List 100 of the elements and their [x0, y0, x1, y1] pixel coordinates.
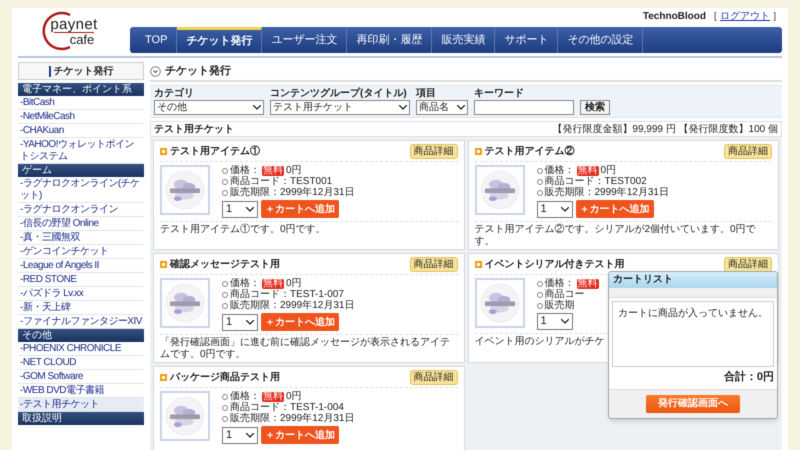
- product-name: テスト用アイテム②: [484, 144, 574, 159]
- radio-bullet-icon: [536, 280, 542, 286]
- search-button[interactable]: 検索: [580, 100, 610, 115]
- sidebar-item[interactable]: -ゲンコインチケット: [18, 245, 144, 259]
- sidebar-item[interactable]: -真・三國無双: [18, 231, 144, 245]
- sidebar-item[interactable]: -テスト用チケット: [18, 398, 144, 412]
- quantity-select[interactable]: 1: [222, 314, 258, 330]
- bracket-text: ［: [708, 10, 718, 24]
- product-description: 「発行確認画面」に進む前に確認メッセージが表示されるアイテムです。0円です。: [160, 337, 451, 362]
- product-name: イベントシリアル付きテスト用: [484, 258, 624, 272]
- user-name: TechnoBlood: [642, 10, 706, 24]
- filter-label: 項目: [416, 88, 437, 100]
- chevron-down-icon: [246, 320, 254, 324]
- quantity-select[interactable]: 1: [222, 200, 258, 218]
- filter-select[interactable]: その他: [154, 100, 264, 115]
- chevron-down-icon: [246, 206, 254, 212]
- product-detail-button[interactable]: 商品詳細: [410, 257, 458, 272]
- sales-period: 販売期限：2999年12月31日: [230, 300, 354, 311]
- chevron-down-icon: [253, 105, 261, 110]
- radio-bullet-icon: [222, 416, 228, 422]
- sidebar-item[interactable]: -信長の野望 Online: [18, 217, 144, 231]
- add-to-cart-button[interactable]: ＋カートへ追加: [261, 313, 339, 331]
- bullet-icon: [160, 374, 167, 381]
- bullet-icon: [474, 261, 482, 268]
- filter-select[interactable]: テスト用チケット: [270, 100, 410, 115]
- sidebar-item[interactable]: -YAHOO!ウォレットポイントシステム: [18, 138, 144, 164]
- bullet-icon: [160, 261, 167, 268]
- price-value: 0円: [600, 165, 616, 176]
- radio-bullet-icon: [536, 178, 542, 184]
- chevron-down-icon: [560, 206, 568, 212]
- quantity-select[interactable]: 1: [536, 200, 572, 218]
- add-to-cart-button[interactable]: ＋カートへ追加: [576, 200, 654, 218]
- radio-bullet-icon: [222, 302, 228, 308]
- chevron-down-icon: [246, 432, 254, 438]
- product-code: 商品コード：TEST-1-004: [230, 402, 344, 413]
- price-label: 価格：: [544, 278, 574, 289]
- product-description: テスト用アイテム①です。0円です。: [160, 224, 327, 237]
- sidebar-item[interactable]: -ラグナロクオンライン(チケット): [18, 177, 144, 203]
- keyword-field[interactable]: [474, 100, 574, 115]
- sidebar-item[interactable]: -GOM Software: [18, 370, 144, 384]
- sales-period: 販売期限：2999年12月31日: [230, 187, 354, 198]
- sidebar-item[interactable]: -League of Angels II: [18, 259, 144, 273]
- bracket-text: ］: [772, 10, 782, 24]
- nav-tab[interactable]: TOP: [136, 27, 178, 53]
- nav-tab[interactable]: 再印刷・履歴: [347, 27, 432, 53]
- sidebar-section-heading: ゲーム: [18, 164, 144, 177]
- nav-tab[interactable]: 販売実績: [432, 27, 496, 53]
- nav-tab[interactable]: サポート: [495, 27, 558, 53]
- chevron-down-icon: [399, 105, 407, 110]
- product-description: イベント用のシリアルがチケ: [474, 336, 606, 349]
- sidebar-item[interactable]: -NET CLOUD: [18, 356, 144, 370]
- price-label: 価格：: [230, 165, 260, 176]
- product-detail-button[interactable]: 商品詳細: [724, 257, 772, 272]
- sidebar-item[interactable]: -パズドラ Lv.xx: [18, 287, 144, 301]
- logout-link[interactable]: ログアウト: [720, 9, 770, 24]
- sidebar-section-heading: 電子マネー、ポイント系: [18, 83, 144, 96]
- radio-bullet-icon: [222, 404, 228, 410]
- product-code: 商品コード：TEST-1-007: [230, 289, 344, 300]
- bullet-icon: [474, 148, 482, 155]
- price-label: 価格：: [544, 165, 574, 176]
- price-label: 価格：: [230, 278, 260, 289]
- price-value: 0円: [286, 165, 302, 176]
- sidebar-item[interactable]: -NetMileCash: [18, 110, 144, 124]
- sidebar-item[interactable]: -ファイナルファンタジーXIV: [18, 315, 144, 329]
- add-to-cart-button[interactable]: ＋カートへ追加: [261, 426, 339, 444]
- add-to-cart-button[interactable]: ＋カートへ追加: [261, 200, 339, 218]
- product-detail-button[interactable]: 商品詳細: [410, 370, 458, 385]
- quantity-select[interactable]: 1: [536, 313, 572, 330]
- price-value: 0円: [286, 391, 302, 402]
- sidebar-item[interactable]: -新・天上碑: [18, 301, 144, 315]
- sidebar-item[interactable]: -WEB DVD電子書籍: [18, 384, 144, 398]
- sidebar-item[interactable]: -CHAKuan: [18, 124, 144, 138]
- sidebar-item[interactable]: -PHOENIX CHRONICLE: [18, 342, 144, 356]
- sidebar-title-text: チケット発行: [54, 64, 114, 78]
- cart-total: 合計：0円: [724, 370, 774, 385]
- radio-bullet-icon: [222, 394, 228, 400]
- nav-tab[interactable]: ユーザー注文: [262, 27, 348, 53]
- chevron-down-icon: [457, 105, 465, 110]
- product-name: パッケージ商品テスト用: [170, 370, 280, 385]
- cart-popup-title: カートリスト: [609, 272, 777, 288]
- logo[interactable]: paynet cafe: [40, 9, 108, 53]
- product-detail-button[interactable]: 商品詳細: [410, 144, 458, 159]
- quantity-select[interactable]: 1: [222, 426, 258, 444]
- page-title: チケット発行: [165, 64, 231, 79]
- filter-label: コンテンツグループ(タイトル): [270, 88, 408, 100]
- product-code: 商品コード：TEST002: [544, 176, 647, 187]
- filter-select[interactable]: 商品名: [416, 100, 468, 115]
- nav-tab[interactable]: その他の設定: [558, 27, 644, 53]
- sidebar-item[interactable]: -RED STONE: [18, 273, 144, 287]
- sales-period: 販売期限：2999年12月31日: [544, 187, 669, 198]
- sidebar-item[interactable]: -ラグナロクオンライン: [18, 203, 144, 217]
- price-label: 価格：: [230, 391, 260, 402]
- product-detail-button[interactable]: 商品詳細: [724, 144, 772, 159]
- price-value: 0円: [286, 278, 302, 289]
- product-name: 確認メッセージテスト用: [170, 258, 280, 272]
- radio-bullet-icon: [222, 168, 228, 174]
- radio-bullet-icon: [536, 302, 542, 308]
- sidebar-item[interactable]: -BitCash: [18, 96, 144, 110]
- nav-tab[interactable]: チケット発行: [177, 27, 262, 53]
- chevron-down-icon: [560, 319, 568, 324]
